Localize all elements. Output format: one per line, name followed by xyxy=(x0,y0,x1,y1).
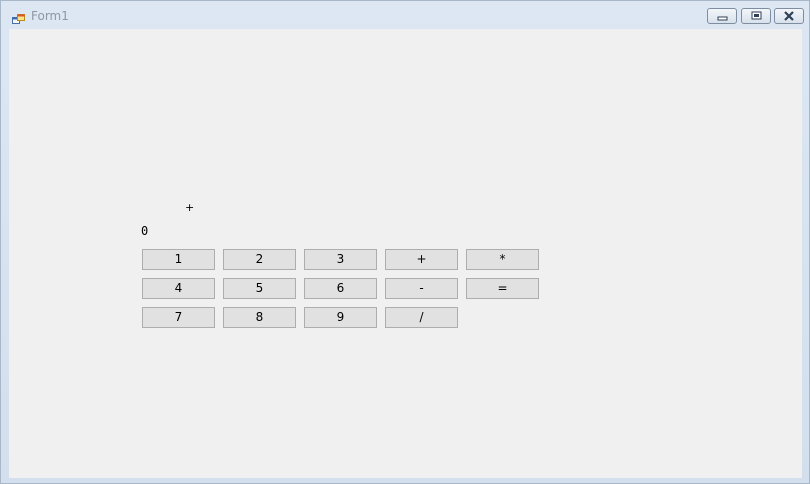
plus-button[interactable]: + xyxy=(385,249,458,270)
minus-button[interactable]: - xyxy=(385,278,458,299)
minimize-icon xyxy=(717,16,728,21)
button-7[interactable]: 7 xyxy=(142,307,215,328)
restore-icon xyxy=(751,11,762,20)
divide-button[interactable]: / xyxy=(385,307,458,328)
title-bar[interactable]: Form1 xyxy=(1,1,809,29)
app-icon xyxy=(12,10,25,24)
window-title: Form1 xyxy=(31,9,69,23)
button-9[interactable]: 9 xyxy=(304,307,377,328)
equals-button[interactable]: = xyxy=(466,278,539,299)
button-2[interactable]: 2 xyxy=(223,249,296,270)
minimize-button[interactable] xyxy=(707,8,737,24)
form-window: Form1 + 0 1 2 3 + * 4 5 6 - = 7 8 9 / xyxy=(0,0,810,484)
display-value: 0 xyxy=(141,224,149,238)
button-4[interactable]: 4 xyxy=(142,278,215,299)
restore-button[interactable] xyxy=(741,8,771,24)
button-8[interactable]: 8 xyxy=(223,307,296,328)
button-6[interactable]: 6 xyxy=(304,278,377,299)
close-icon xyxy=(784,11,794,21)
form-client-area: + 0 1 2 3 + * 4 5 6 - = 7 8 9 / xyxy=(9,29,802,478)
operator-label: + xyxy=(185,201,195,214)
button-1[interactable]: 1 xyxy=(142,249,215,270)
button-3[interactable]: 3 xyxy=(304,249,377,270)
multiply-button[interactable]: * xyxy=(466,249,539,270)
close-button[interactable] xyxy=(774,8,804,24)
button-5[interactable]: 5 xyxy=(223,278,296,299)
